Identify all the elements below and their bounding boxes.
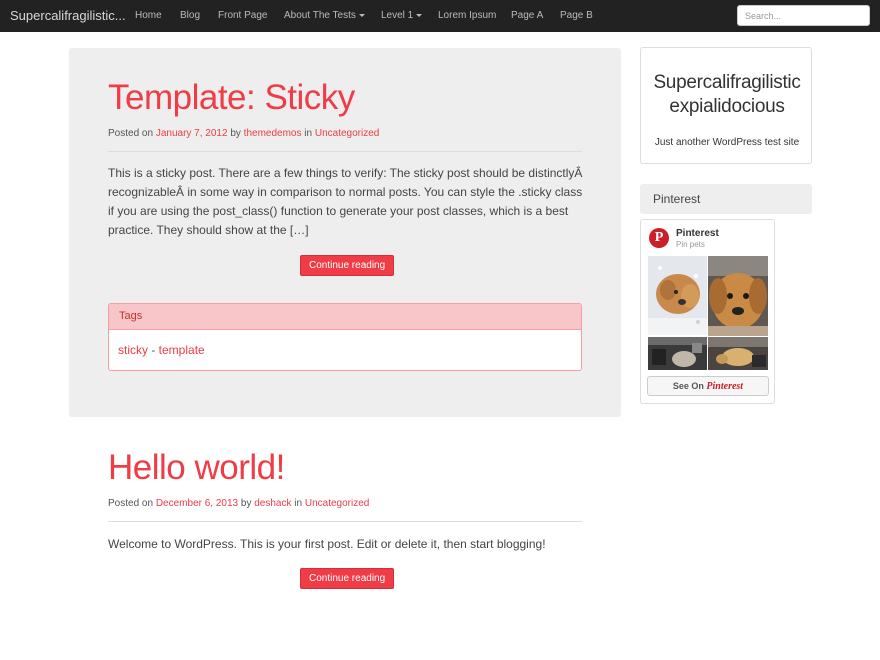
nav-item-blog[interactable]: Blog <box>180 10 200 21</box>
tags-heading: Tags <box>109 304 581 330</box>
post-author-link[interactable]: deshack <box>254 498 291 509</box>
nav-item-front-page[interactable]: Front Page <box>218 10 267 21</box>
post-author-link[interactable]: themedemos <box>244 128 302 139</box>
dog-dark-room-image <box>648 337 707 370</box>
caret-down-icon <box>358 13 365 17</box>
in-label: in <box>294 498 303 509</box>
tags-panel: Tags sticky - template <box>108 303 582 371</box>
nav-item-about-the-tests[interactable]: About The Tests <box>284 10 365 21</box>
nav-item-lorem-ipsum[interactable]: Lorem Ipsum <box>438 10 496 21</box>
posted-on-label: Posted on <box>108 128 154 139</box>
pin-image[interactable] <box>708 337 768 370</box>
site-title-widget: Supercalifragilistic expialidocious Just… <box>640 47 812 164</box>
continue-reading-button[interactable]: Continue reading <box>300 568 395 589</box>
tag-link-template[interactable]: template <box>159 343 205 357</box>
nav-item-page-a[interactable]: Page A <box>511 10 543 21</box>
post-title-link[interactable]: Hello world! <box>108 448 285 488</box>
continue-reading-button[interactable]: Continue reading <box>300 255 395 276</box>
in-label: in <box>304 128 313 139</box>
tag-link-sticky[interactable]: sticky <box>118 343 148 357</box>
site-brand-link[interactable]: Supercalifragilistic... <box>10 8 126 23</box>
pinterest-logo-icon[interactable]: P <box>649 228 669 248</box>
post-date-link[interactable]: December 6, 2013 <box>156 498 238 509</box>
pin-image[interactable] <box>648 256 707 335</box>
by-label: by <box>230 128 241 139</box>
nav-item-home[interactable]: Home <box>135 10 162 21</box>
tag-separator: - <box>148 343 159 357</box>
search-input[interactable] <box>737 5 870 26</box>
by-label: by <box>240 498 252 509</box>
site-title-line: expialidocious <box>669 96 785 117</box>
post-meta: Posted on December 6, 2013 by deshack in… <box>108 498 369 509</box>
nav-item-level-1[interactable]: Level 1 <box>381 10 423 21</box>
see-on-pinterest-button[interactable]: See On Pinterest <box>647 376 769 396</box>
site-description: Just another WordPress test site <box>654 137 800 148</box>
dog-on-floor-image <box>708 337 768 370</box>
site-title: Supercalifragilistic expialidocious <box>641 71 813 119</box>
post-excerpt: Welcome to WordPress. This is your first… <box>108 537 546 551</box>
post-meta: Posted on January 7, 2012 by themedemos … <box>108 128 379 139</box>
see-on-label: See On <box>672 381 704 391</box>
nav-item-label: Level 1 <box>381 10 414 21</box>
post-category-link[interactable]: Uncategorized <box>305 498 369 509</box>
pin-image[interactable] <box>648 337 707 370</box>
post-title-link[interactable]: Template: Sticky <box>108 78 355 118</box>
post-divider <box>108 151 582 152</box>
nav-item-page-b[interactable]: Page B <box>560 10 593 21</box>
dog-in-snow-image <box>648 256 707 335</box>
pinterest-widget-heading: Pinterest <box>640 184 812 214</box>
nav-item-label: About The Tests <box>284 10 356 21</box>
pin-image[interactable] <box>708 256 768 336</box>
posted-on-label: Posted on <box>108 498 154 509</box>
tags-list: sticky - template <box>109 330 581 357</box>
site-title-line: Supercalifragilistic <box>653 72 801 93</box>
pinterest-board-name[interactable]: Pin pets <box>676 240 705 249</box>
post-category-link[interactable]: Uncategorized <box>315 128 379 139</box>
pinterest-profile-name[interactable]: Pinterest <box>676 228 719 239</box>
dog-closeup-image <box>708 256 768 336</box>
post-excerpt: This is a sticky post. There are a few t… <box>108 166 583 237</box>
pinterest-board-widget: P Pinterest Pin pets See On Pinterest <box>640 219 775 404</box>
top-navbar: Supercalifragilistic... Home Blog Front … <box>0 0 880 32</box>
post-date-link[interactable]: January 7, 2012 <box>156 128 228 139</box>
caret-down-icon <box>416 13 423 17</box>
post-divider <box>108 521 582 522</box>
pinterest-wordmark: Pinterest <box>706 381 744 392</box>
